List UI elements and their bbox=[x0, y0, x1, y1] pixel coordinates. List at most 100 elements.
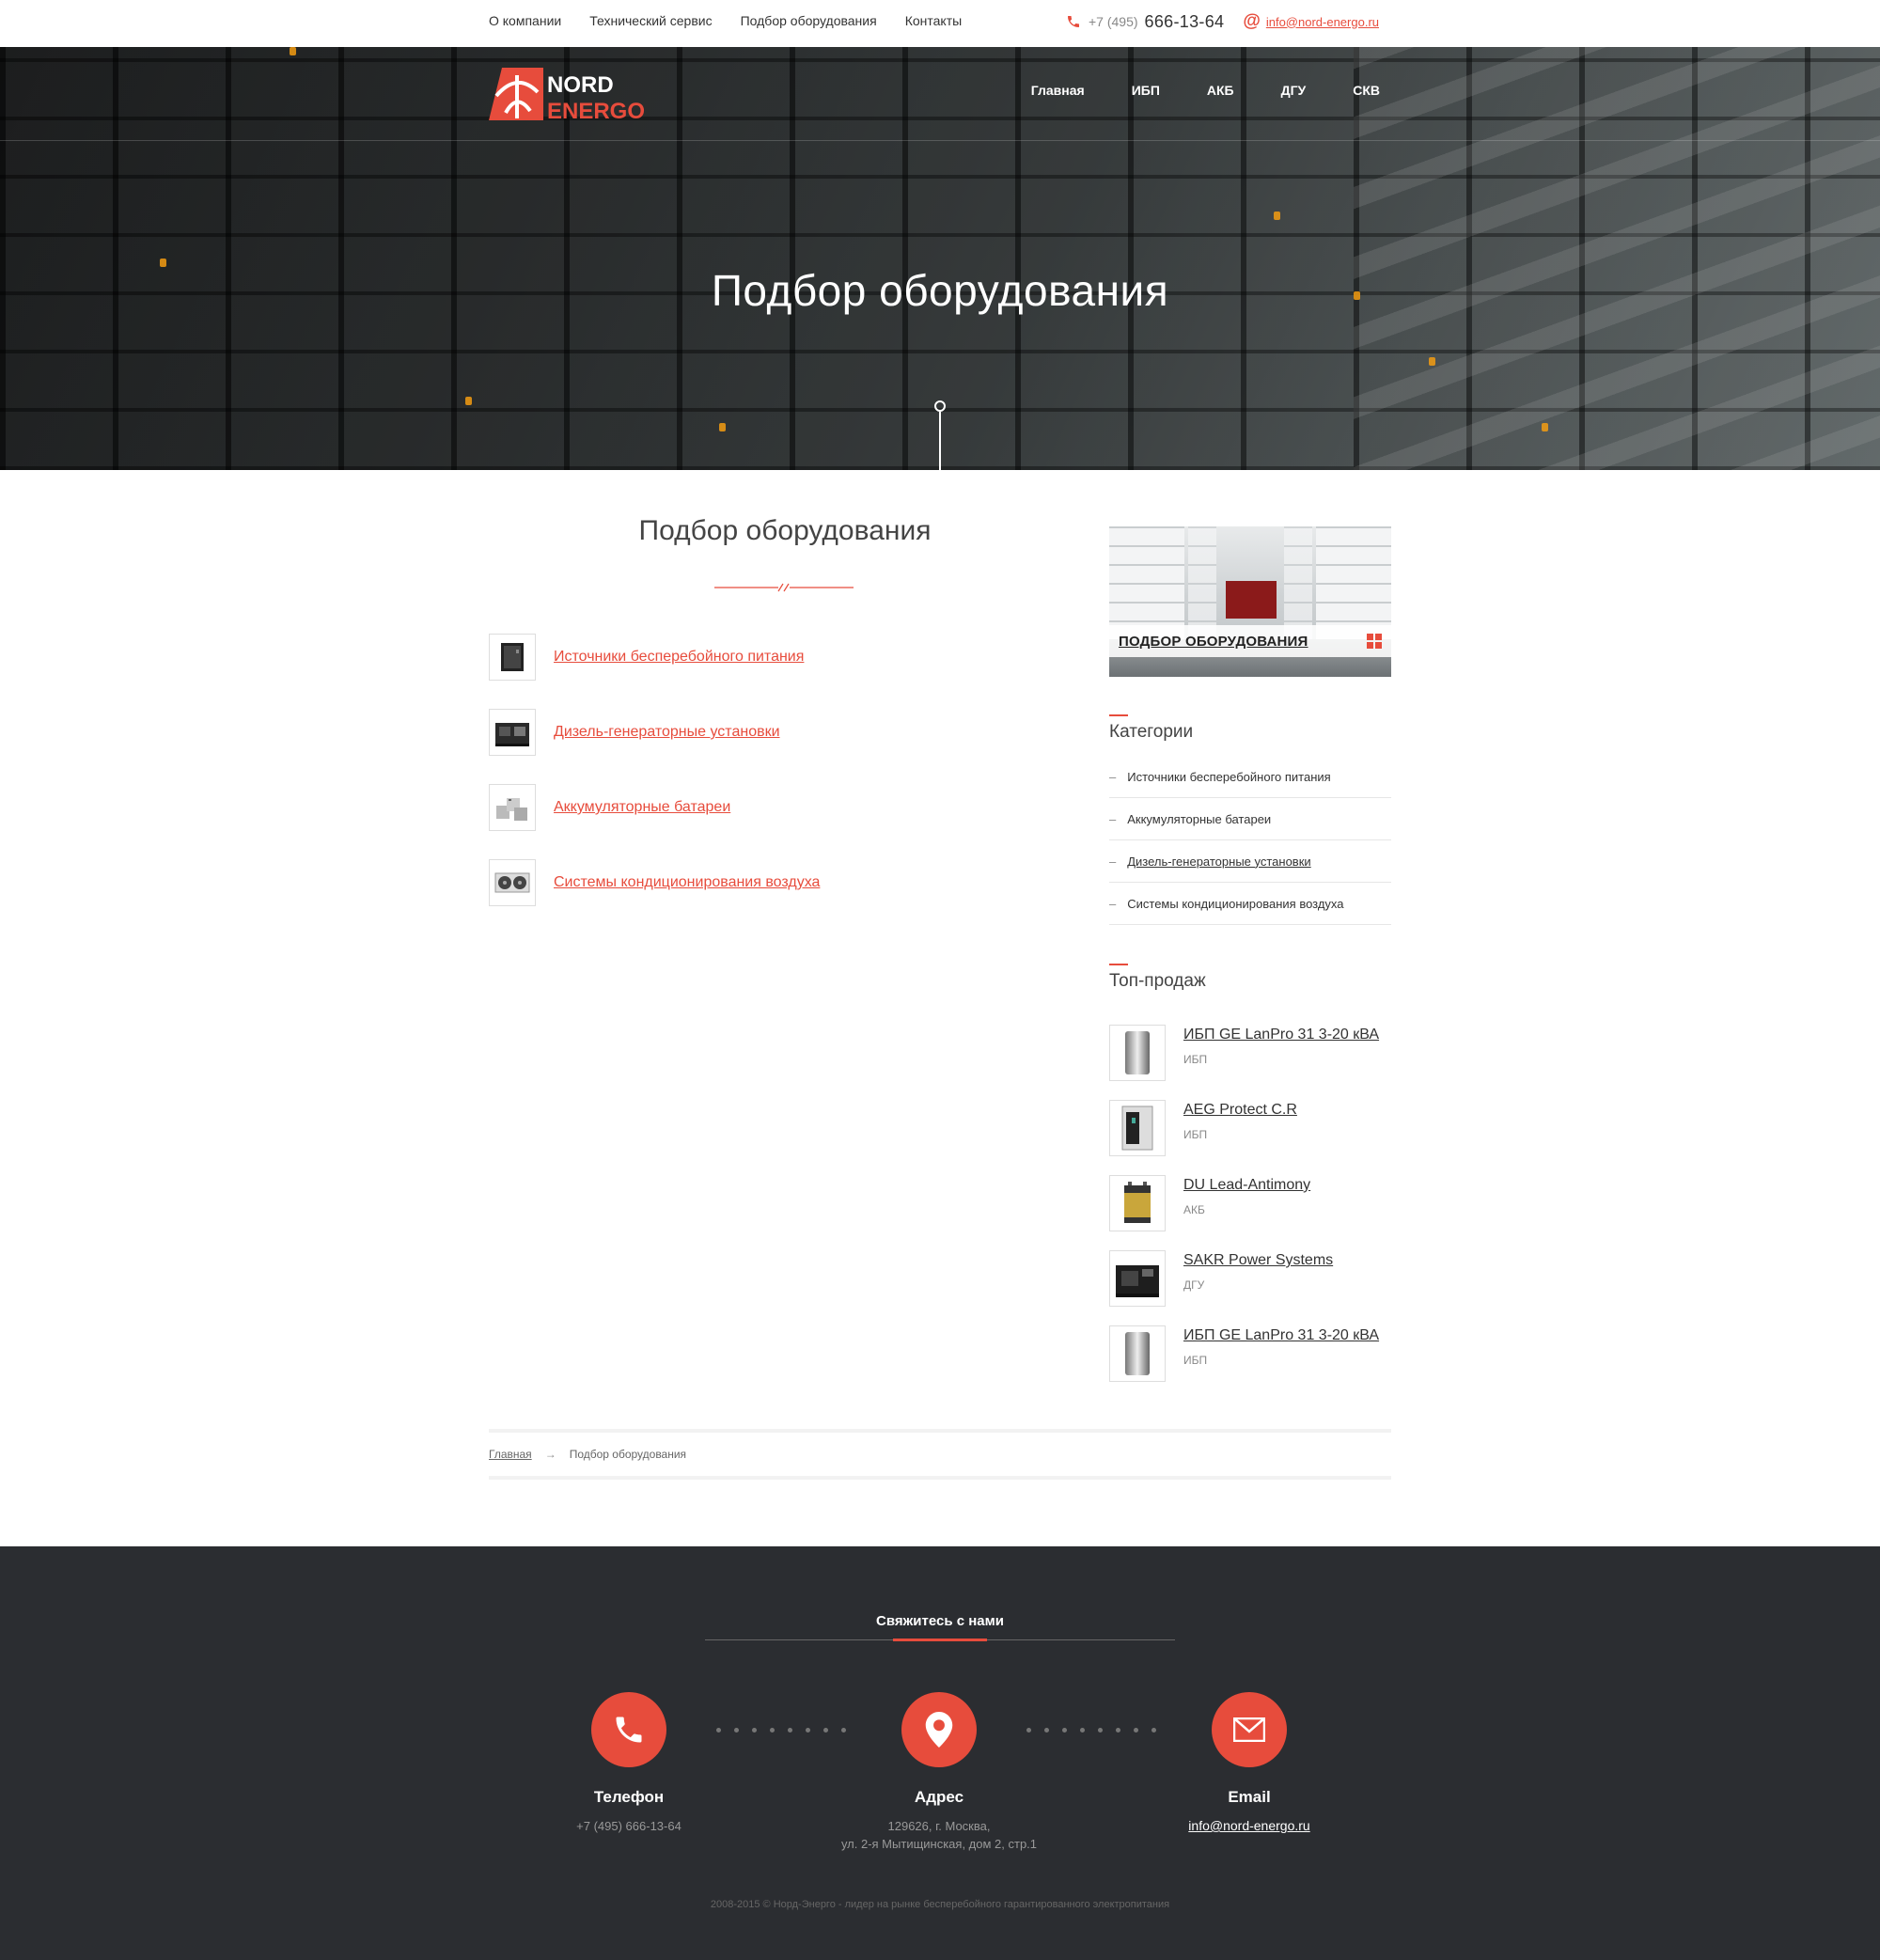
sidebar-category-item[interactable]: – Источники бесперебойного питания bbox=[1109, 756, 1391, 798]
top-nav-selection[interactable]: Подбор оборудования bbox=[741, 13, 877, 28]
category-link-ups[interactable]: Источники бесперебойного питания bbox=[554, 649, 804, 666]
top-nav-about[interactable]: О компании bbox=[489, 13, 561, 28]
ups-icon[interactable] bbox=[489, 634, 536, 681]
product-image[interactable] bbox=[1109, 1175, 1166, 1231]
envelope-icon bbox=[1212, 1692, 1287, 1767]
top-sales-item: ИБП GE LanPro 31 3-20 кВА ИБП bbox=[1109, 1025, 1379, 1081]
category-row: Системы кондиционирования воздуха bbox=[489, 859, 820, 906]
footer-address-line2: ул. 2-я Мытищинская, дом 2, стр.1 bbox=[840, 1837, 1038, 1851]
location-pin-icon bbox=[901, 1692, 977, 1767]
hero-pin-stem bbox=[939, 412, 941, 470]
rack-light bbox=[290, 47, 296, 55]
product-image[interactable] bbox=[1109, 1100, 1166, 1156]
categories-heading: Категории bbox=[1109, 722, 1194, 742]
breadcrumb-border-top bbox=[489, 1429, 1391, 1433]
product-image[interactable] bbox=[1109, 1250, 1166, 1307]
phone-icon bbox=[1068, 16, 1079, 27]
footer-email-link[interactable]: info@nord-energo.ru bbox=[1108, 1818, 1390, 1833]
battery-icon[interactable] bbox=[489, 784, 536, 831]
breadcrumb-current: Подбор оборудования bbox=[569, 1448, 687, 1461]
product-category: ДГУ bbox=[1183, 1278, 1205, 1292]
rack-light bbox=[719, 423, 726, 431]
top-email-link[interactable]: info@nord-energo.ru bbox=[1266, 15, 1379, 29]
generator-icon[interactable] bbox=[489, 709, 536, 756]
top-sales-item: DU Lead-Antimony АКБ bbox=[1109, 1175, 1310, 1231]
copyright: 2008-2015 © Норд-Энерго - лидер на рынке… bbox=[710, 1899, 1170, 1910]
nav-akb[interactable]: АКБ bbox=[1207, 83, 1234, 98]
product-image[interactable] bbox=[1109, 1025, 1166, 1081]
footer-email-label: Email bbox=[1228, 1788, 1271, 1806]
sidebar-category-item[interactable]: – Дизель-генераторные установки bbox=[1109, 840, 1391, 883]
nord-energo-logo[interactable]: NORD ENERGO bbox=[489, 64, 658, 124]
generator-image bbox=[1226, 581, 1277, 619]
footer-phone-value[interactable]: +7 (495) 666-13-64 bbox=[488, 1818, 770, 1835]
phone-circle-icon bbox=[591, 1692, 666, 1767]
top-nav-service[interactable]: Технический сервис bbox=[589, 13, 712, 28]
footer-phone-label: Телефон bbox=[593, 1788, 665, 1806]
sidebar-category-label: Аккумуляторные батареи bbox=[1127, 811, 1272, 826]
category-link-ac[interactable]: Системы кондиционирования воздуха bbox=[554, 874, 820, 891]
product-link[interactable]: ИБП GE LanPro 31 3-20 кВА bbox=[1183, 1027, 1379, 1043]
product-link[interactable]: DU Lead-Antimony bbox=[1183, 1177, 1310, 1194]
rack-light bbox=[465, 397, 472, 405]
product-image[interactable] bbox=[1109, 1325, 1166, 1382]
sidebar-category-item[interactable]: – Аккумуляторные батареи bbox=[1109, 798, 1391, 840]
top-sales-item: SAKR Power Systems ДГУ bbox=[1109, 1250, 1333, 1307]
product-category: ИБП bbox=[1183, 1053, 1208, 1066]
sidebar-category-label: Дизель-генераторные установки bbox=[1127, 854, 1311, 869]
logo-text-top: NORD bbox=[547, 72, 614, 98]
footer-title: Свяжитесь с нами bbox=[876, 1613, 1004, 1629]
top-sales-item: AEG Protect C.R ИБП bbox=[1109, 1100, 1297, 1156]
hero-banner: NORD ENERGO Главная ИБП АКБ ДГУ СКВ Подб… bbox=[0, 47, 1880, 470]
nav-home[interactable]: Главная bbox=[1031, 83, 1085, 98]
phone-number[interactable]: 666-13-64 bbox=[1145, 12, 1225, 32]
email-at-icon: @ bbox=[1243, 11, 1261, 31]
banner-caption-bar: ПОДБОР ОБОРУДОВАНИЯ bbox=[1109, 625, 1391, 657]
product-category: ИБП bbox=[1183, 1128, 1208, 1141]
breadcrumb: Главная → Подбор оборудования bbox=[489, 1448, 686, 1461]
breadcrumb-border-bottom bbox=[489, 1476, 1391, 1480]
equipment-selection-banner[interactable]: ПОДБОР ОБОРУДОВАНИЯ bbox=[1109, 526, 1391, 677]
product-link[interactable]: ИБП GE LanPro 31 3-20 кВА bbox=[1183, 1327, 1379, 1344]
top-sales-heading: Топ-продаж bbox=[1109, 971, 1206, 991]
top-contacts: +7 (495) 666-13-64 @ info@nord-energo.ru bbox=[1066, 11, 1379, 32]
sidebar-category-label: Источники бесперебойного питания bbox=[1127, 769, 1331, 784]
section-accent bbox=[1109, 964, 1128, 965]
sidebar-category-item[interactable]: – Системы кондиционирования воздуха bbox=[1109, 883, 1391, 925]
rack-light bbox=[1274, 212, 1280, 220]
breadcrumb-arrow-icon: → bbox=[544, 1448, 556, 1461]
nav-dgu[interactable]: ДГУ bbox=[1281, 83, 1307, 98]
title-divider bbox=[714, 583, 854, 592]
logo-text-bottom: ENERGO bbox=[547, 99, 645, 124]
page-title: Подбор оборудования bbox=[638, 515, 932, 546]
sidebar-category-label: Системы кондиционирования воздуха bbox=[1127, 896, 1344, 911]
product-link[interactable]: AEG Protect C.R bbox=[1183, 1102, 1297, 1119]
category-link-generators[interactable]: Дизель-генераторные установки bbox=[554, 724, 780, 741]
category-row: Дизель-генераторные установки bbox=[489, 709, 780, 756]
footer-dots bbox=[1026, 1728, 1156, 1733]
grid-icon bbox=[1367, 634, 1382, 649]
category-row: Аккумуляторные батареи bbox=[489, 784, 730, 831]
top-sales-item: ИБП GE LanPro 31 3-20 кВА ИБП bbox=[1109, 1325, 1379, 1382]
footer-title-accent bbox=[893, 1639, 987, 1641]
banner-label[interactable]: ПОДБОР ОБОРУДОВАНИЯ bbox=[1119, 634, 1308, 650]
footer-address-line1: 129626, г. Москва, bbox=[887, 1819, 991, 1833]
header-divider bbox=[0, 140, 1880, 141]
product-link[interactable]: SAKR Power Systems bbox=[1183, 1252, 1333, 1269]
product-category: ИБП bbox=[1183, 1354, 1208, 1367]
product-category: АКБ bbox=[1183, 1203, 1205, 1216]
top-nav-contacts[interactable]: Контакты bbox=[905, 13, 962, 28]
footer-dots bbox=[716, 1728, 846, 1733]
rack-light bbox=[1542, 423, 1548, 431]
top-bar: О компании Технический сервис Подбор обо… bbox=[0, 0, 1880, 47]
phone-code: +7 (495) bbox=[1089, 14, 1138, 29]
air-conditioner-icon[interactable] bbox=[489, 859, 536, 906]
hero-pin-marker bbox=[934, 400, 946, 412]
main-nav: Главная ИБП АКБ ДГУ СКВ bbox=[1031, 83, 1380, 98]
nav-skv[interactable]: СКВ bbox=[1353, 83, 1380, 98]
category-link-batteries[interactable]: Аккумуляторные батареи bbox=[554, 799, 730, 816]
nav-ups[interactable]: ИБП bbox=[1132, 83, 1160, 98]
breadcrumb-home-link[interactable]: Главная bbox=[489, 1448, 532, 1461]
footer-address-label: Адрес bbox=[914, 1788, 964, 1806]
hero-title: Подбор оборудования bbox=[711, 266, 1169, 315]
